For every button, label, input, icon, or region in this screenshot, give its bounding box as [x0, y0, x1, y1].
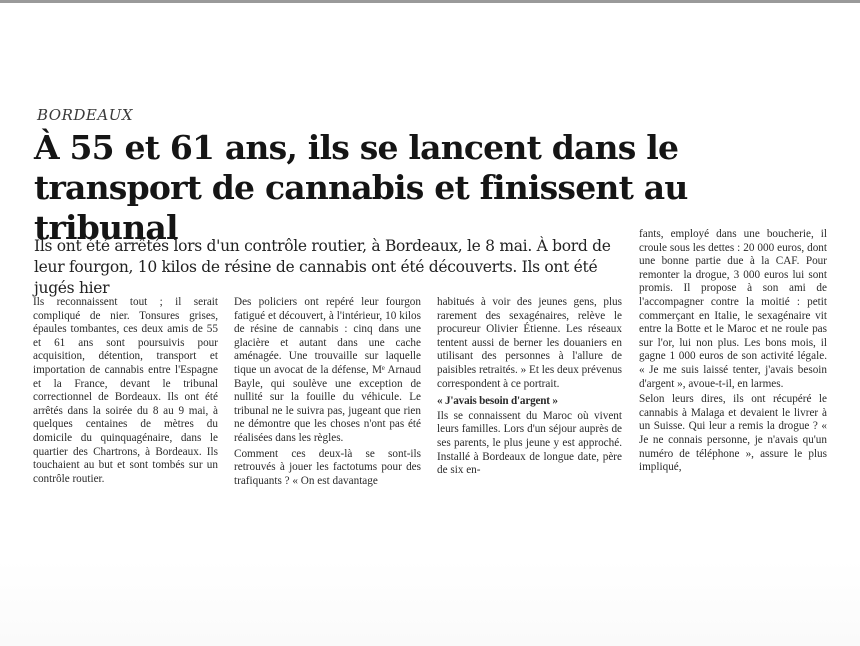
paragraph: fants, employé dans une boucherie, il cr…	[639, 228, 827, 390]
page-top-border	[0, 0, 860, 3]
article-subhead: « J'avais besoin d'argent »	[437, 395, 558, 408]
paragraph: Selon leurs dires, ils ont récupéré le c…	[639, 393, 827, 474]
article-kicker: BORDEAUX	[37, 106, 134, 124]
paragraph: Ils se connaissent du Maroc où vivent le…	[437, 409, 622, 477]
paragraph: habitués à voir des jeunes gens, plus ra…	[437, 296, 622, 390]
page-bottom-margin	[0, 560, 860, 646]
paragraph: Des policiers ont repéré leur fourgon fa…	[234, 296, 421, 444]
article-column-4: fants, employé dans une boucherie, il cr…	[639, 228, 827, 475]
article-column-3: habitués à voir des jeunes gens, plus ra…	[437, 296, 622, 478]
article-column-1: Ils reconnaissent tout ; il serait compl…	[33, 296, 218, 486]
paragraph: Ils reconnaissent tout ; il serait compl…	[33, 296, 218, 485]
article-standfirst: Ils ont été arrêtés lors d'un contrôle r…	[34, 237, 611, 297]
paragraph: Comment ces deux-là se sont-ils retrouvé…	[234, 447, 421, 487]
article-column-2: Des policiers ont repéré leur fourgon fa…	[234, 296, 421, 488]
